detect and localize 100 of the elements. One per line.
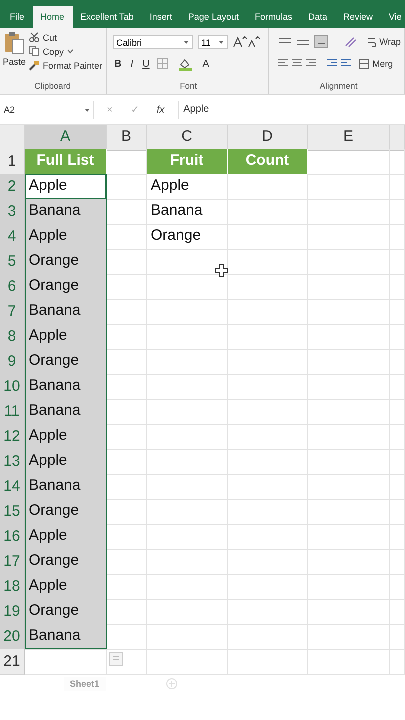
ribbon-tab[interactable]: File [2,6,33,28]
table-cell[interactable]: Apple [25,574,107,600]
insert-function-button[interactable]: fx [152,104,170,116]
italic-button[interactable]: I [128,58,136,70]
table-cell[interactable] [147,299,228,325]
table-cell[interactable] [147,574,228,600]
table-cell[interactable] [107,249,147,275]
table-cell[interactable] [228,524,308,550]
table-cell[interactable] [107,524,147,550]
table-cell[interactable] [308,549,390,575]
table-cell[interactable]: Apple [25,424,107,450]
table-cell[interactable] [390,349,405,375]
table-cell[interactable] [308,224,390,250]
table-cell[interactable] [308,649,390,675]
table-cell[interactable] [308,399,390,425]
row-header[interactable]: 13 [0,449,25,475]
ribbon-tab[interactable]: Page Layout [180,6,247,28]
table-cell[interactable]: Banana [25,299,107,325]
table-cell[interactable] [308,574,390,600]
table-cell[interactable] [147,599,228,625]
table-cell[interactable] [390,649,405,675]
table-cell[interactable] [308,374,390,400]
paste-button[interactable]: Paste [3,31,26,72]
table-cell[interactable]: Orange [25,599,107,625]
ribbon-tab[interactable]: Vie [381,6,405,28]
table-cell[interactable] [228,599,308,625]
table-cell[interactable] [390,549,405,575]
row-header[interactable]: 10 [0,374,25,400]
table-cell[interactable] [308,274,390,300]
table-cell[interactable] [228,424,308,450]
table-cell[interactable] [147,449,228,475]
bold-button[interactable]: B [112,58,124,70]
table-cell[interactable] [390,224,405,250]
table-cell[interactable] [228,374,308,400]
table-cell[interactable]: Apple [25,524,107,550]
table-cell[interactable] [228,299,308,325]
row-header[interactable]: 15 [0,499,25,525]
format-painter-button[interactable]: Format Painter [29,59,103,72]
table-cell[interactable] [107,224,147,250]
name-box[interactable]: A2 [2,101,94,119]
table-cell[interactable] [308,324,390,350]
table-cell[interactable] [107,499,147,525]
formula-field[interactable]: Apple [178,101,403,119]
table-cell[interactable] [107,349,147,375]
table-cell[interactable] [390,424,405,450]
row-header[interactable]: 5 [0,249,25,275]
table-cell[interactable]: Apple [25,449,107,475]
table-cell[interactable] [228,249,308,275]
table-cell[interactable] [228,474,308,500]
table-cell[interactable] [107,274,147,300]
table-cell[interactable] [228,224,308,250]
table-cell[interactable] [390,399,405,425]
table-cell[interactable] [390,174,405,200]
table-cell[interactable]: Orange [25,549,107,575]
add-sheet-icon[interactable] [166,678,178,690]
table-cell[interactable] [308,174,390,200]
table-cell[interactable] [107,399,147,425]
row-header[interactable]: 4 [0,224,25,250]
table-cell[interactable]: Banana [25,474,107,500]
table-cell[interactable] [390,499,405,525]
table-cell[interactable] [228,624,308,650]
table-cell[interactable] [107,324,147,350]
table-cell[interactable]: Orange [147,224,228,250]
table-cell[interactable] [147,524,228,550]
table-cell[interactable] [308,449,390,475]
table-cell[interactable] [107,624,147,650]
table-cell[interactable] [107,374,147,400]
table-cell[interactable] [390,374,405,400]
row-header[interactable]: 14 [0,474,25,500]
table-cell[interactable] [107,174,147,200]
font-size-icon[interactable] [232,36,261,48]
table-cell[interactable]: Banana [25,624,107,650]
table-cell[interactable] [147,499,228,525]
table-cell[interactable] [147,374,228,400]
row-header[interactable]: 6 [0,274,25,300]
table-cell[interactable] [390,449,405,475]
quick-analysis-icon[interactable] [109,652,123,666]
table-cell[interactable] [308,299,390,325]
table-cell[interactable]: Apple [147,174,228,200]
table-cell[interactable] [107,199,147,225]
column-header[interactable] [390,125,405,151]
ribbon-tab[interactable]: Home [32,6,73,28]
table-cell[interactable]: Orange [25,499,107,525]
table-cell[interactable] [147,349,228,375]
row-header[interactable]: 19 [0,599,25,625]
row-header[interactable]: 8 [0,324,25,350]
table-cell[interactable] [390,574,405,600]
ribbon-tab[interactable]: Formulas [246,6,300,28]
font-size-field[interactable]: 11 [198,35,228,49]
table-cell[interactable] [107,574,147,600]
table-cell[interactable]: Banana [25,399,107,425]
wrap-text-button[interactable]: Wrap [366,36,401,48]
table-cell[interactable] [107,299,147,325]
ribbon-tab[interactable]: Excellent Tab [72,6,142,28]
copy-button[interactable]: Copy [29,45,103,58]
table-cell[interactable] [308,524,390,550]
table-cell[interactable]: Banana [25,199,107,225]
table-cell[interactable]: Orange [25,349,107,375]
table-cell[interactable] [228,449,308,475]
table-cell[interactable] [147,649,228,675]
